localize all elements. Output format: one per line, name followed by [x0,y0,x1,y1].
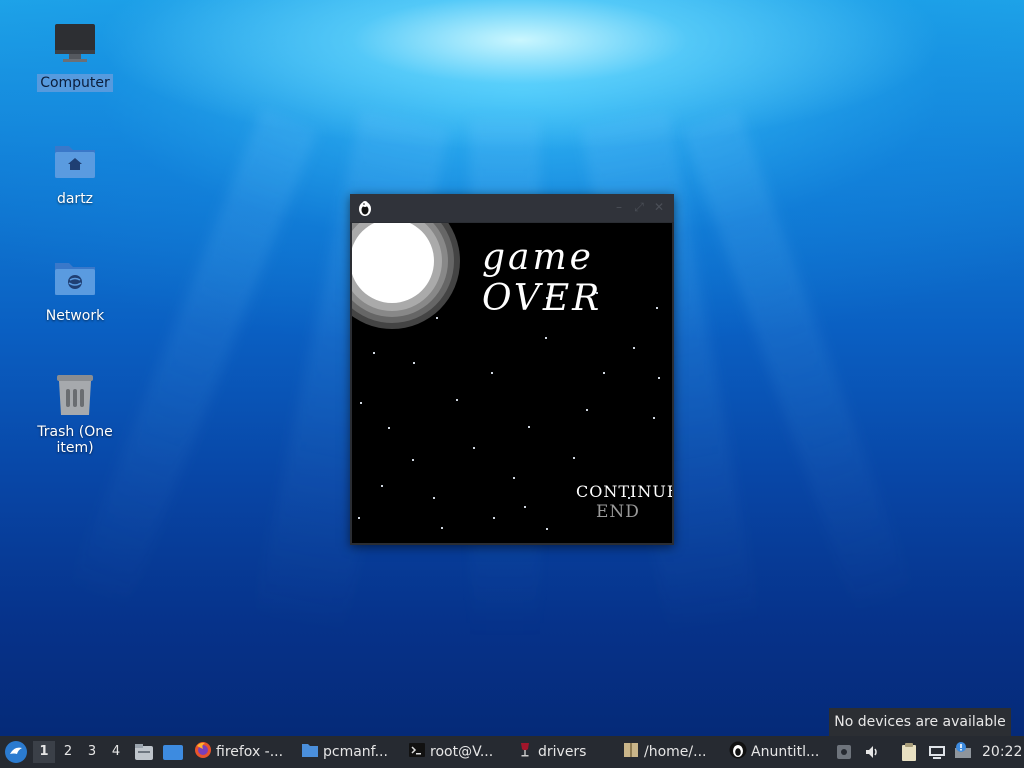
desktop-icon-label: Computer [37,74,113,92]
star [524,506,526,508]
maximize-icon[interactable]: ⤢ [632,200,646,214]
star [441,527,443,529]
star [381,485,383,487]
star [473,447,475,449]
clock[interactable]: 20:22 [982,736,1022,768]
task-label: firefox -... [216,744,284,760]
taskbar: 1 2 3 4 firefox -... pcmanf... root@V...… [0,736,1024,768]
star [491,372,493,374]
clipboard-icon[interactable] [900,742,918,762]
task-label: /home/... [644,744,707,760]
star [603,372,605,374]
firefox-icon [194,741,212,759]
task-drivers[interactable]: drivers [516,738,616,766]
star [528,426,530,428]
task-label: pcmanf... [323,744,388,760]
workspace-2[interactable]: 2 [57,741,79,763]
desktop-icon-label: Network [45,308,105,324]
network-icon[interactable] [928,743,946,761]
task-label: Anuntitl... [751,744,820,760]
workspace-3[interactable]: 3 [81,741,103,763]
close-icon[interactable]: ✕ [652,200,666,214]
star [653,417,655,419]
star [388,427,390,429]
star [545,337,547,339]
volume-icon[interactable] [864,744,880,760]
star [513,477,515,479]
workspace-4[interactable]: 4 [105,741,127,763]
desktop-icon-home[interactable]: dartz [15,140,135,208]
star [546,528,548,530]
trash-icon [53,373,97,417]
desktop-icon-label: Trash (One item) [37,424,113,456]
lxqt-start-icon[interactable] [4,740,28,764]
task-label: drivers [538,744,587,760]
home-folder-icon [53,140,97,184]
workspace-1[interactable]: 1 [33,741,55,763]
task-game[interactable]: Anuntitl... [729,738,829,766]
terminal-icon [408,741,426,759]
menu-end-option[interactable]: END [596,502,640,522]
star [358,517,360,519]
show-desktop-icon[interactable] [162,742,184,762]
star [413,362,415,364]
task-home-folder[interactable]: /home/... [622,738,722,766]
file-manager-icon[interactable] [134,742,154,762]
archive-icon [622,741,640,759]
desktop-icon-trash[interactable]: Trash (One item) [15,373,135,457]
window-titlebar[interactable]: – ⤢ ✕ [350,194,674,222]
menu-continue-option[interactable]: CONTINUE [576,482,672,501]
star [436,317,438,319]
star [433,497,435,499]
removable-devices-tooltip: No devices are available [829,708,1011,736]
penguin-icon [357,200,373,216]
computer-icon [53,24,97,68]
task-terminal[interactable]: root@V... [408,738,508,766]
folder-icon [301,741,319,759]
task-firefox[interactable]: firefox -... [194,738,294,766]
star [456,399,458,401]
task-label: root@V... [430,744,494,760]
task-pcmanfm[interactable]: pcmanf... [301,738,401,766]
desktop: Computer dartz Network Trash (One item) … [0,0,1024,736]
game-window[interactable]: – ⤢ ✕ game OVER CONTINUE END [350,194,674,545]
update-notifier-icon[interactable] [954,742,972,760]
penguin-icon [729,741,747,759]
star [586,409,588,411]
desktop-icon-computer[interactable]: Computer [15,24,135,92]
star [360,402,362,404]
desktop-icon-network[interactable]: Network [15,257,135,325]
wine-icon [516,741,534,759]
screen-icon[interactable] [836,744,852,760]
game-canvas[interactable]: game OVER CONTINUE END [352,223,672,543]
star [412,459,414,461]
minimize-icon[interactable]: – [612,200,626,214]
star [493,517,495,519]
star [633,347,635,349]
star [658,377,660,379]
desktop-icon-label: dartz [56,191,94,207]
network-folder-icon [53,257,97,301]
star [573,457,575,459]
star [373,352,375,354]
game-over-title: game OVER [482,237,603,319]
